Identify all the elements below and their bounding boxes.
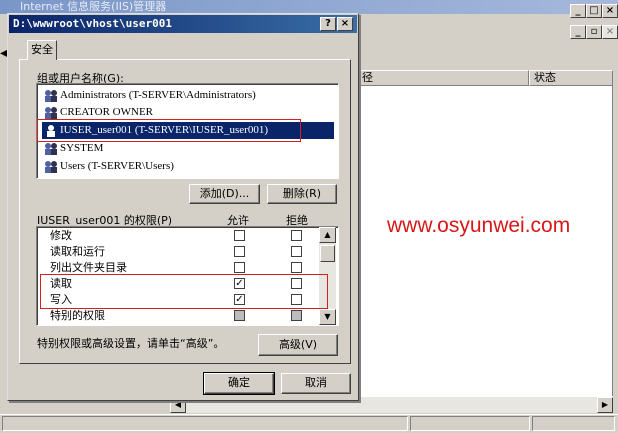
allow-checkbox[interactable] (234, 230, 245, 241)
iis-title-bar: Internet 信息服务(IIS)管理器 (0, 0, 618, 14)
close-window-button[interactable]: × (602, 4, 618, 18)
add-button[interactable]: 添加(D)... (189, 184, 260, 204)
column-header-path[interactable]: 径 (357, 70, 529, 86)
scroll-up-icon[interactable]: ▲ (319, 227, 336, 243)
user-group-icon (45, 143, 57, 155)
user-group-icon (45, 90, 57, 102)
deny-checkbox[interactable] (291, 246, 302, 257)
user-name: Administrators (T-SERVER\Administrators) (60, 89, 256, 101)
child-close-button[interactable]: × (602, 25, 618, 39)
deny-checkbox[interactable] (291, 262, 302, 273)
highlight-box (37, 119, 301, 142)
scroll-right-icon[interactable]: ▶ (597, 397, 613, 413)
user-name: CREATOR OWNER (60, 106, 153, 118)
child-minimize-button[interactable]: _ (570, 25, 586, 39)
watermark-text: www.osyunwei.com (387, 214, 571, 237)
permission-row: 读取和运行 (50, 245, 105, 258)
column-header-status[interactable]: 状态 (529, 70, 613, 86)
status-cell (410, 416, 530, 431)
allow-checkbox[interactable] (234, 310, 245, 321)
allow-checkbox[interactable] (234, 246, 245, 257)
restore-button[interactable]: □ (586, 4, 602, 18)
highlight-box (40, 274, 328, 309)
cancel-button[interactable]: 取消 (281, 373, 351, 394)
status-cell (532, 416, 615, 431)
permission-row: 特别的权限 (50, 309, 105, 322)
permission-row: 修改 (50, 229, 72, 242)
child-restore-button[interactable]: ▫ (586, 25, 602, 39)
deny-checkbox[interactable] (291, 230, 302, 241)
content-pane (357, 70, 613, 412)
list-item[interactable]: Administrators (T-SERVER\Administrators) (42, 87, 256, 104)
advanced-button[interactable]: 高级(V) (258, 334, 338, 356)
deny-checkbox[interactable] (291, 310, 302, 321)
user-group-icon (45, 107, 57, 119)
help-button[interactable]: ? (320, 17, 336, 31)
allow-checkbox[interactable] (234, 262, 245, 273)
tab-security[interactable]: 安全 (27, 40, 57, 60)
list-item[interactable]: Users (T-SERVER\Users) (42, 158, 174, 175)
user-name: SYSTEM (60, 142, 104, 154)
scroll-thumb[interactable] (320, 245, 335, 262)
scroll-down-icon[interactable]: ▼ (319, 309, 336, 325)
remove-button[interactable]: 删除(R) (267, 184, 337, 204)
status-cell (2, 416, 408, 431)
user-group-icon (45, 161, 57, 173)
dialog-close-button[interactable]: × (337, 17, 353, 31)
special-permissions-text: 特别权限或高级设置，请单击“高级”。 (37, 337, 225, 350)
ok-button[interactable]: 确定 (203, 372, 275, 395)
user-name: Users (T-SERVER\Users) (60, 160, 174, 172)
minimize-button[interactable]: _ (570, 4, 586, 18)
list-item[interactable]: SYSTEM (42, 140, 103, 157)
dialog-title: D:\wwwroot\vhost\user001 (9, 15, 357, 33)
